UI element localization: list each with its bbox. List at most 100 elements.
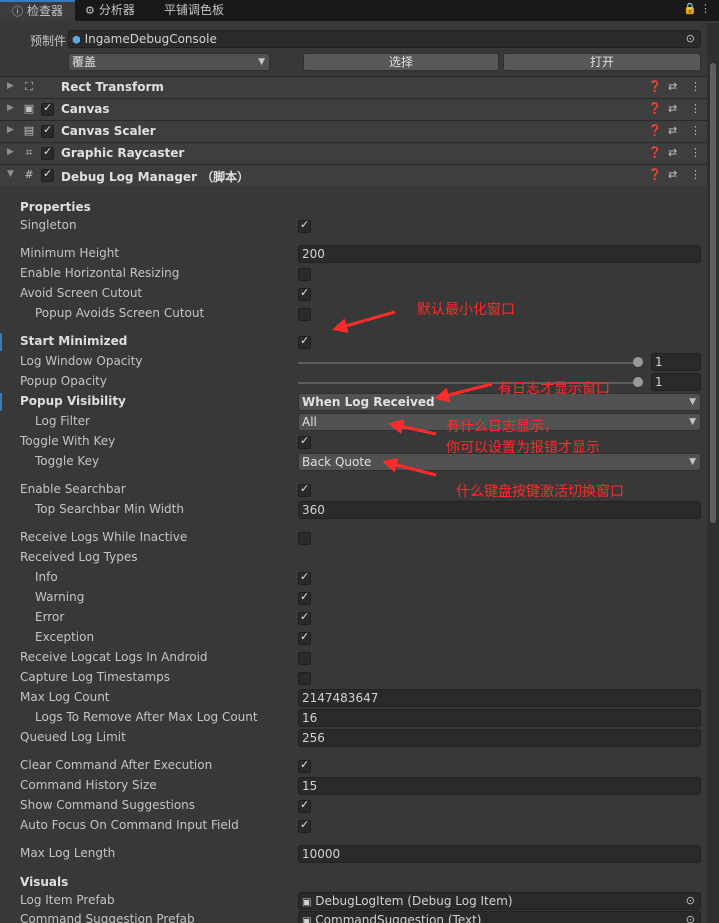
log-item-prefab-field[interactable]: ▣ DebugLogItem (Debug Log Item) ⊙ <box>298 892 701 910</box>
select-button[interactable]: 选择 <box>303 53 499 71</box>
component-graphic-raycaster[interactable]: ▶ ⌗ Graphic Raycaster ❓ ⇄ ⋮ <box>0 142 707 164</box>
command-suggestion-prefab-field[interactable]: ▣ CommandSuggestion (Text) ⊙ <box>298 911 701 923</box>
command-history-size-field[interactable]: 15 <box>298 777 701 795</box>
help-icon[interactable]: ❓ <box>648 124 662 137</box>
clear-command-after-execution-label: Clear Command After Execution <box>20 758 213 772</box>
error-label: Error <box>35 610 65 624</box>
log-window-opacity-field[interactable]: 1 <box>651 353 701 371</box>
preset-icon[interactable]: ⇄ <box>668 102 677 115</box>
graphic-raycaster-icon: ⌗ <box>25 146 33 159</box>
capture-log-timestamps-label: Capture Log Timestamps <box>20 670 171 684</box>
help-icon[interactable]: ❓ <box>648 146 662 159</box>
log-window-opacity-knob[interactable] <box>633 357 643 367</box>
vertical-scrollbar[interactable] <box>707 23 719 923</box>
prefab-label: 预制件 <box>30 34 67 48</box>
foldout-arrow-icon[interactable]: ▶ <box>7 81 14 91</box>
component-rect-transform[interactable]: ▶ ⛶ Rect Transform ❓ ⇄ ⋮ <box>0 76 707 98</box>
capture-log-timestamps-checkbox[interactable] <box>298 672 311 685</box>
avoid-screen-cutout-checkbox[interactable] <box>298 286 311 301</box>
context-menu-icon[interactable]: ⋮ <box>690 168 701 181</box>
popup-opacity-field[interactable]: 1 <box>651 373 701 391</box>
overrides-dropdown[interactable]: 覆盖 ▼ <box>68 53 270 71</box>
component-debug-log-manager[interactable]: ▼ # Debug Log Manager （脚本） ❓ ⇄ ⋮ <box>0 164 707 186</box>
warning-checkbox[interactable] <box>298 590 311 605</box>
component-canvas-scaler[interactable]: ▶ ▤ Canvas Scaler ❓ ⇄ ⋮ <box>0 120 707 142</box>
tab-tile-palette[interactable]: 平铺调色板 <box>164 0 254 21</box>
clear-command-after-execution-checkbox[interactable] <box>298 758 311 773</box>
component-enable-checkbox[interactable] <box>41 167 54 182</box>
error-checkbox[interactable] <box>298 610 311 625</box>
foldout-arrow-icon[interactable]: ▶ <box>7 103 14 113</box>
show-command-suggestions-label: Show Command Suggestions <box>20 798 196 812</box>
modified-indicator <box>0 333 2 351</box>
preset-icon[interactable]: ⇄ <box>668 168 677 181</box>
singleton-checkbox[interactable] <box>298 218 311 233</box>
enable-horizontal-resizing-checkbox[interactable] <box>298 268 311 281</box>
show-command-suggestions-checkbox[interactable] <box>298 798 311 813</box>
queued-log-limit-field[interactable]: 256 <box>298 729 701 747</box>
component-enable-checkbox[interactable] <box>41 123 54 138</box>
start-minimized-checkbox[interactable] <box>298 334 311 349</box>
toggle-with-key-label: Toggle With Key <box>20 434 116 448</box>
toggle-with-key-checkbox[interactable] <box>298 434 311 449</box>
component-canvas[interactable]: ▶ ▣ Canvas ❓ ⇄ ⋮ <box>0 98 707 120</box>
properties-header: Properties <box>20 200 91 214</box>
help-icon[interactable]: ❓ <box>648 102 662 115</box>
popup-opacity-label: Popup Opacity <box>20 374 107 388</box>
context-menu-icon[interactable]: ⋮ <box>690 80 701 93</box>
max-log-count-field[interactable]: 2147483647 <box>298 689 701 707</box>
enable-searchbar-label: Enable Searchbar <box>20 482 126 496</box>
component-enable-checkbox[interactable] <box>41 145 54 160</box>
foldout-arrow-icon[interactable]: ▶ <box>7 125 14 135</box>
popup-avoids-screen-cutout-checkbox[interactable] <box>298 308 311 321</box>
prefab-icon: ⬢ <box>72 35 81 46</box>
queued-log-limit-label: Queued Log Limit <box>20 730 126 744</box>
logs-to-remove-field[interactable]: 16 <box>298 709 701 727</box>
log-window-opacity-slider[interactable] <box>298 362 643 364</box>
minimum-height-field[interactable]: 200 <box>298 245 701 263</box>
prefab-field[interactable]: ⬢ IngameDebugConsole ⊙ <box>68 30 701 48</box>
avoid-screen-cutout-label: Avoid Screen Cutout <box>20 286 143 300</box>
analyzer-icon: ⚙ <box>85 4 95 17</box>
prefab-icon: ▣ <box>302 897 312 908</box>
receive-logcat-logs-checkbox[interactable] <box>298 652 311 665</box>
log-item-prefab-label: Log Item Prefab <box>20 893 115 907</box>
preset-icon[interactable]: ⇄ <box>668 124 677 137</box>
command-suggestion-prefab-label: Command Suggestion Prefab <box>20 912 195 923</box>
tab-inspector[interactable]: ⓘ 检查器 <box>0 0 75 21</box>
object-picker-icon[interactable]: ⊙ <box>686 912 695 923</box>
enable-searchbar-checkbox[interactable] <box>298 482 311 497</box>
exception-label: Exception <box>35 630 95 644</box>
foldout-arrow-expanded-icon[interactable]: ▼ <box>7 169 14 179</box>
top-searchbar-min-width-label: Top Searchbar Min Width <box>35 502 184 516</box>
auto-focus-command-input-checkbox[interactable] <box>298 818 311 833</box>
open-button[interactable]: 打开 <box>503 53 701 71</box>
window-menu-icon[interactable]: ⋮ <box>700 2 711 15</box>
info-label: Info <box>35 570 58 584</box>
popup-opacity-knob[interactable] <box>633 377 643 387</box>
script-icon: # <box>24 168 34 181</box>
receive-logs-while-inactive-checkbox[interactable] <box>298 532 311 545</box>
preset-icon[interactable]: ⇄ <box>668 80 677 93</box>
help-icon[interactable]: ❓ <box>648 168 662 181</box>
preset-icon[interactable]: ⇄ <box>668 146 677 159</box>
object-picker-icon[interactable]: ⊙ <box>686 31 695 47</box>
exception-checkbox[interactable] <box>298 630 311 645</box>
lock-icon[interactable]: 🔒 <box>683 2 697 15</box>
top-searchbar-min-width-field[interactable]: 360 <box>298 501 701 519</box>
context-menu-icon[interactable]: ⋮ <box>690 102 701 115</box>
tab-analyzer[interactable]: ⚙ 分析器 <box>85 0 155 21</box>
scrollbar-thumb[interactable] <box>710 63 716 523</box>
foldout-arrow-icon[interactable]: ▶ <box>7 147 14 157</box>
chevron-down-icon: ▼ <box>258 57 265 67</box>
object-picker-icon[interactable]: ⊙ <box>686 893 695 909</box>
component-enable-checkbox[interactable] <box>41 101 54 116</box>
annotation-popup-visibility: 有日志才显示窗口 <box>498 381 610 397</box>
chevron-down-icon: ▼ <box>689 457 696 467</box>
max-log-length-field[interactable]: 10000 <box>298 845 701 863</box>
info-checkbox[interactable] <box>298 570 311 585</box>
canvas-icon: ▣ <box>23 102 35 115</box>
context-menu-icon[interactable]: ⋮ <box>690 146 701 159</box>
context-menu-icon[interactable]: ⋮ <box>690 124 701 137</box>
help-icon[interactable]: ❓ <box>648 80 662 93</box>
